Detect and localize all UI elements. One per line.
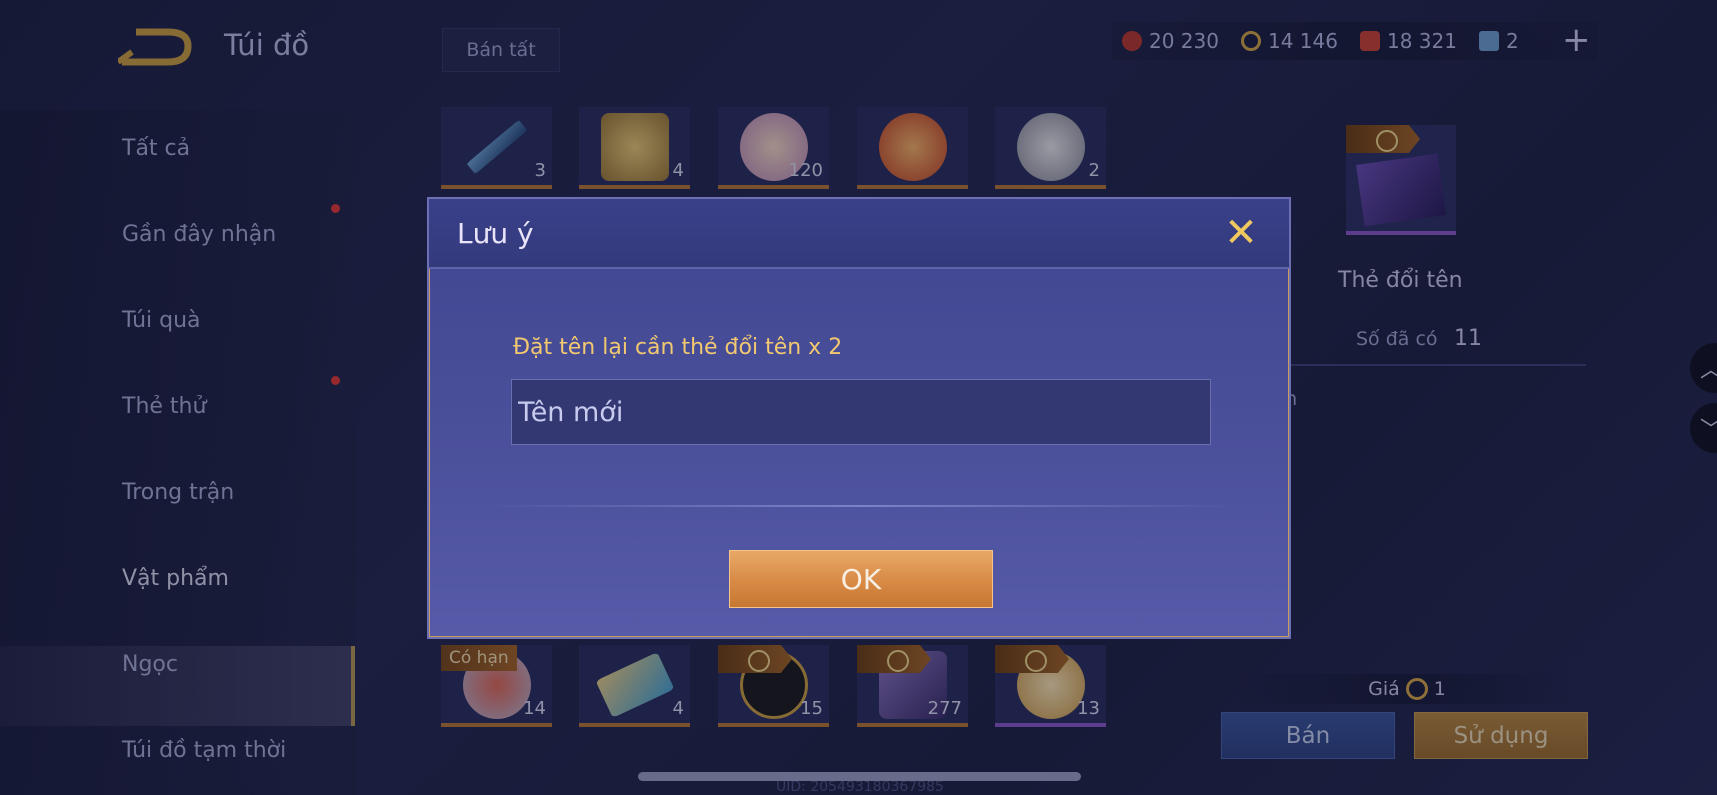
dialog-title: Lưu ý (457, 217, 534, 250)
dialog-divider (479, 505, 1243, 507)
rename-dialog: Lưu ý ✕ Đặt tên lại cần thẻ đổi tên x 2 … (427, 197, 1291, 639)
new-name-input[interactable] (511, 379, 1211, 445)
dialog-header: Lưu ý ✕ (429, 199, 1289, 269)
close-button[interactable]: ✕ (1221, 213, 1261, 253)
close-icon: ✕ (1224, 210, 1258, 256)
ok-button[interactable]: OK (729, 550, 993, 608)
dialog-message: Đặt tên lại cần thẻ đổi tên x 2 (513, 335, 843, 360)
